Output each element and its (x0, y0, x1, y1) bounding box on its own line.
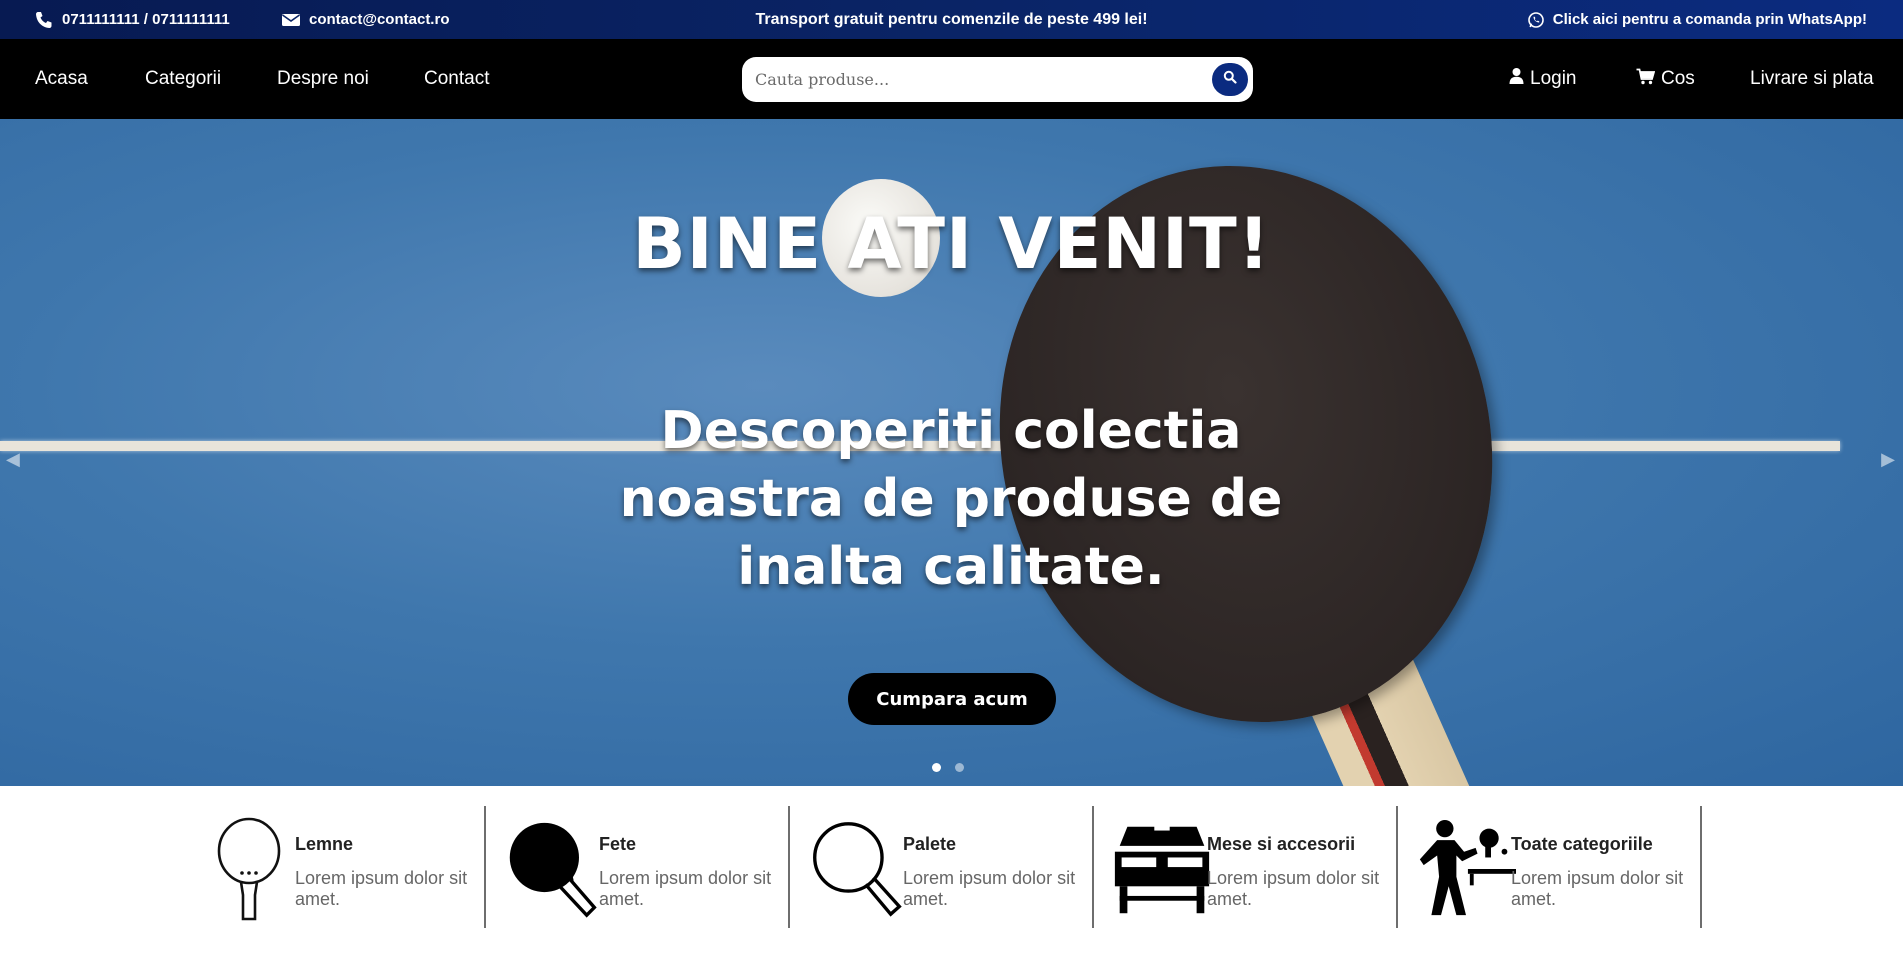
filled-paddle-icon (504, 814, 604, 924)
category-fete[interactable]: Fete Lorem ipsum dolor sit amet. (486, 806, 790, 928)
hero-subtitle: Descoperiti colectia noastra de produse … (619, 401, 1283, 597)
carousel-dot-1[interactable] (932, 763, 941, 772)
top-info-bar: 0711111111 / 0711111111 contact@contact.… (0, 0, 1903, 39)
hero-carousel: BINE ATI VENIT! Descoperiti colectia noa… (0, 119, 1903, 786)
search-bar (742, 57, 1253, 102)
phone-number: 0711111111 / 0711111111 (62, 11, 230, 28)
category-lemne[interactable]: Lemne Lorem ipsum dolor sit amet. (182, 806, 486, 928)
cart-label: Cos (1661, 68, 1695, 89)
search-icon (1223, 70, 1237, 89)
whatsapp-text: Click aici pentru a comanda prin WhatsAp… (1552, 11, 1867, 28)
cart-icon (1636, 68, 1656, 91)
category-title: Toate categoriile (1511, 834, 1653, 854)
nav-link-contact[interactable]: Contact (424, 39, 489, 119)
carousel-dot-2[interactable] (955, 763, 964, 772)
search-button[interactable] (1212, 63, 1248, 96)
shop-now-button[interactable]: Cumpara acum (848, 673, 1056, 725)
carousel-next-arrow-icon[interactable]: ▶ (1881, 449, 1895, 470)
category-title: Lemne (295, 834, 354, 854)
category-palete[interactable]: Palete Lorem ipsum dolor sit amet. (790, 806, 1094, 928)
whatsapp-order-link[interactable]: Click aici pentru a comanda prin WhatsAp… (1527, 0, 1867, 39)
whatsapp-icon (1527, 11, 1545, 29)
category-description: Lorem ipsum dolor sit amet. (599, 868, 772, 909)
category-title: Fete (599, 834, 637, 854)
category-description: Lorem ipsum dolor sit amet. (1511, 868, 1684, 909)
category-description: Lorem ipsum dolor sit amet. (295, 868, 468, 909)
nav-cart[interactable]: Cos (1636, 39, 1695, 119)
nav-link-categorii[interactable]: Categorii (145, 39, 221, 119)
category-title: Palete (903, 834, 957, 854)
category-toate-categoriile[interactable]: Toate categoriile Lorem ipsum dolor sit … (1398, 806, 1702, 928)
nav-login[interactable]: Login (1509, 39, 1577, 119)
carousel-prev-arrow-icon[interactable]: ◀ (6, 449, 20, 470)
envelope-icon (281, 12, 301, 28)
user-icon (1509, 67, 1524, 91)
email-address: contact@contact.ro (309, 11, 450, 28)
table-icon (1112, 814, 1212, 924)
email-contact[interactable]: contact@contact.ro (281, 0, 449, 39)
promo-text: Transport gratuit pentru comenzile de pe… (755, 10, 1148, 28)
categories-strip: Lemne Lorem ipsum dolor sit amet. Fete L… (0, 786, 1903, 953)
carousel-indicators (932, 763, 964, 772)
outline-paddle-icon (808, 814, 908, 924)
nav-link-livrare-si-plata[interactable]: Livrare si plata (1750, 39, 1874, 119)
phone-icon (34, 11, 54, 29)
nav-link-despre-noi[interactable]: Despre noi (277, 39, 369, 119)
login-label: Login (1530, 68, 1577, 89)
main-navbar: Acasa Categorii Despre noi Contact Login… (0, 39, 1903, 119)
category-description: Lorem ipsum dolor sit amet. (1207, 868, 1380, 909)
player-icon (1416, 814, 1516, 924)
category-description: Lorem ipsum dolor sit amet. (903, 868, 1076, 909)
nav-link-acasa[interactable]: Acasa (35, 39, 88, 119)
phone-contact[interactable]: 0711111111 / 0711111111 (34, 0, 230, 39)
search-input[interactable] (742, 59, 1182, 100)
category-title: Mese si accesorii (1207, 834, 1356, 854)
hero-title: BINE ATI VENIT! (632, 203, 1271, 285)
blade-icon (200, 814, 300, 924)
category-mese-si-accesorii[interactable]: Mese si accesorii Lorem ipsum dolor sit … (1094, 806, 1398, 928)
